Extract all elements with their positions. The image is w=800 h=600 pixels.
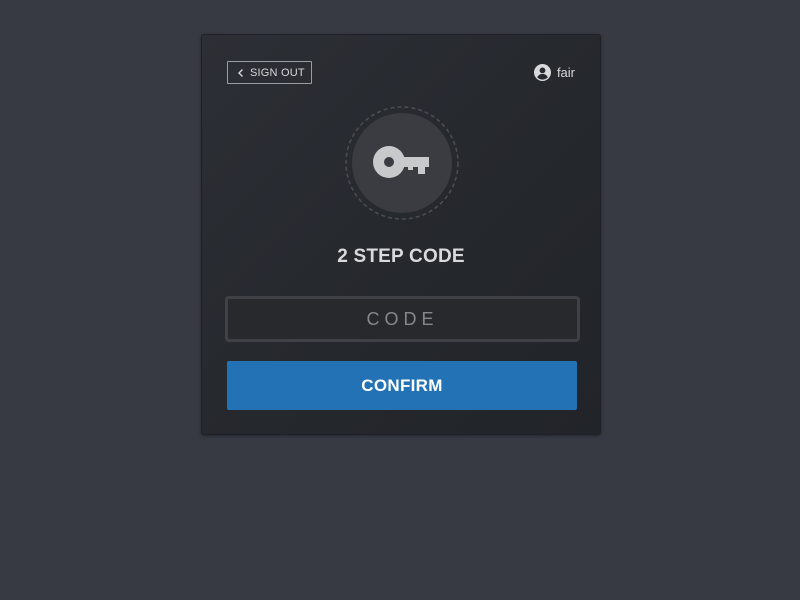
user-indicator: fair — [533, 64, 575, 81]
two-step-card: SIGN OUT fair 2 STEP CODE CONFIRM — [201, 34, 601, 435]
sign-out-label: SIGN OUT — [250, 66, 305, 79]
sign-out-button[interactable]: SIGN OUT — [227, 61, 312, 84]
user-circle-icon — [533, 64, 551, 81]
username: fair — [556, 65, 575, 80]
confirm-button[interactable]: CONFIRM — [227, 361, 577, 410]
key-badge — [345, 106, 459, 220]
code-input[interactable] — [225, 296, 580, 342]
page-title: 2 STEP CODE — [337, 246, 465, 267]
chevron-left-icon — [237, 68, 245, 78]
